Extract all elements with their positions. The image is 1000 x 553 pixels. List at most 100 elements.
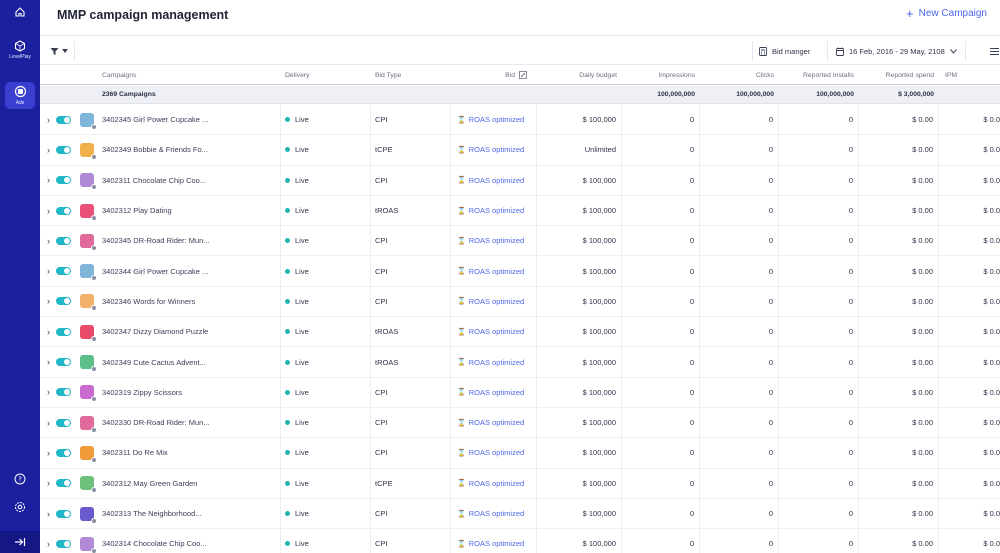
- campaign-toggle[interactable]: [55, 388, 71, 397]
- col-delivery[interactable]: Delivery: [281, 66, 371, 84]
- table-row[interactable]: › 3402345 Girl Power Cupcake ... Live CPI ⌛ R…: [40, 105, 1000, 136]
- clicks: 0: [700, 135, 779, 165]
- campaign-toggle[interactable]: [55, 267, 71, 276]
- bid-link[interactable]: ⌛ ROAS optimized: [457, 236, 524, 245]
- campaign-toggle[interactable]: [55, 418, 71, 427]
- bid-link[interactable]: ⌛ ROAS optimized: [457, 115, 524, 124]
- campaign-name-link[interactable]: 3402347 Dizzy Diamond Puzzle: [102, 327, 208, 336]
- rail-help[interactable]: ?: [5, 473, 35, 485]
- col-daily-budget[interactable]: Daily budget: [537, 66, 622, 84]
- bid-link[interactable]: ⌛ ROAS optimized: [457, 448, 524, 457]
- table-row[interactable]: › 3402349 Bobbie & Friends Fo... Live tCPE ⌛…: [40, 135, 1000, 166]
- campaign-toggle[interactable]: [55, 479, 71, 488]
- table-row[interactable]: › 3402349 Cute Cactus Advent... Live tROAS ⌛…: [40, 347, 1000, 378]
- platform-icon: [91, 547, 97, 553]
- bid-link[interactable]: ⌛ ROAS optimized: [457, 358, 524, 367]
- table-row[interactable]: › 3402314 Chocolate Chip Coo... Live CPI ⌛ RO…: [40, 529, 1000, 553]
- table-row[interactable]: › 3402313 The Neighborhood... Live CPI ⌛ ROAS…: [40, 498, 1000, 530]
- col-impressions[interactable]: Impressions: [622, 66, 700, 84]
- campaign-name-link[interactable]: 3402314 Chocolate Chip Coo...: [102, 539, 207, 548]
- table-row[interactable]: › 3402312 Play Dating Live tROAS ⌛ ROAS optim…: [40, 195, 1000, 227]
- table-row[interactable]: › 3402344 Girl Power Cupcake ... Live CPI ⌛ R…: [40, 256, 1000, 287]
- reported-spend: $ 0.00: [859, 438, 939, 468]
- rail-ads[interactable]: Ads: [5, 82, 35, 109]
- bid-link[interactable]: ⌛ ROAS optimized: [457, 145, 524, 154]
- bid-link[interactable]: ⌛ ROAS optimized: [457, 176, 524, 185]
- bid-link[interactable]: ⌛ ROAS optimized: [457, 388, 524, 397]
- bid-link[interactable]: ⌛ ROAS optimized: [457, 206, 524, 215]
- table-row[interactable]: › 3402330 DR-Road Rider: Mun... Live CPI ⌛ RO…: [40, 408, 1000, 439]
- col-bid-type[interactable]: Bid Type: [371, 66, 451, 84]
- col-clicks[interactable]: Clicks: [700, 66, 779, 84]
- campaign-name-link[interactable]: 3402312 May Green Garden: [102, 479, 197, 488]
- bid-type: CPI: [371, 105, 451, 135]
- campaign-toggle[interactable]: [55, 176, 71, 185]
- table-row[interactable]: › 3402312 May Green Garden Live tCPE ⌛ ROAS o…: [40, 468, 1000, 499]
- impressions: 0: [622, 498, 700, 529]
- table-row[interactable]: › 3402347 Dizzy Diamond Puzzle Live tROAS ⌛ R…: [40, 317, 1000, 348]
- table-row[interactable]: › 3402311 Chocolate Chip Coo... Live CPI ⌛ RO…: [40, 165, 1000, 196]
- campaign-toggle[interactable]: [55, 145, 71, 154]
- campaign-name-link[interactable]: 3402346 Words for Winners: [102, 297, 195, 306]
- status-dot-icon: [285, 298, 290, 304]
- table-row[interactable]: › 3402345 DR-Road Rider: Mun... Live CPI ⌛ RO…: [40, 226, 1000, 257]
- edit-icon: [519, 71, 527, 79]
- bid-link[interactable]: ⌛ ROAS optimized: [457, 418, 524, 427]
- campaign-toggle[interactable]: [55, 236, 71, 245]
- col-bid-label: Bid: [505, 71, 515, 79]
- campaign-name-link[interactable]: 3402345 Girl Power Cupcake ...: [102, 115, 208, 124]
- campaign-name-link[interactable]: 3402330 DR-Road Rider: Mun...: [102, 418, 210, 427]
- table-row[interactable]: › 3402311 Do Re Mix Live CPI ⌛ ROAS optimized…: [40, 438, 1000, 469]
- platform-icon: [91, 123, 97, 130]
- campaign-toggle[interactable]: [55, 539, 71, 548]
- reported-spend: $ 0.00: [859, 498, 939, 529]
- ipm: $ 0.0: [983, 539, 1000, 549]
- status-dot-icon: [285, 480, 290, 486]
- column-settings-button[interactable]: [984, 41, 1000, 61]
- campaign-toggle[interactable]: [55, 206, 71, 215]
- table-row[interactable]: › 3402319 Zippy Scissors Live CPI ⌛ ROAS opti…: [40, 377, 1000, 408]
- filter-button[interactable]: [43, 41, 75, 61]
- calculator-icon: [759, 46, 767, 56]
- campaign-toggle[interactable]: [55, 448, 71, 457]
- table-row[interactable]: › 3402346 Words for Winners Live CPI ⌛ ROAS o…: [40, 286, 1000, 318]
- rail-levelplay[interactable]: LevelPlay: [5, 40, 35, 60]
- app-thumbnail: [80, 355, 97, 373]
- date-range-picker[interactable]: 16 Feb, 2016 - 29 May, 2108: [827, 41, 966, 61]
- reported-spend: $ 0.00: [859, 286, 939, 317]
- bid-link[interactable]: ⌛ ROAS optimized: [457, 297, 524, 306]
- campaign-name-link[interactable]: 3402349 Cute Cactus Advent...: [102, 358, 206, 367]
- bid-link[interactable]: ⌛ ROAS optimized: [457, 267, 524, 276]
- totals-ipm: $ 3,000,000: [898, 91, 934, 98]
- plus-icon: +: [906, 5, 914, 21]
- campaign-name-link[interactable]: 3402349 Bobbie & Friends Fo...: [102, 145, 208, 154]
- campaign-name-link[interactable]: 3402344 Girl Power Cupcake ...: [102, 267, 208, 276]
- campaign-name-link[interactable]: 3402319 Zippy Scissors: [102, 388, 182, 397]
- ipm: $ 0.0: [983, 357, 1000, 367]
- col-reported-spend[interactable]: Reported spend: [859, 66, 939, 84]
- bid-link[interactable]: ⌛ ROAS optimized: [457, 479, 524, 488]
- new-campaign-button[interactable]: + New Campaign: [906, 5, 987, 21]
- bid-manager-button[interactable]: Bid manger: [752, 41, 816, 61]
- campaign-name-link[interactable]: 3402313 The Neighborhood...: [102, 509, 202, 518]
- campaign-toggle[interactable]: [55, 509, 71, 518]
- col-ipm[interactable]: IPM: [939, 66, 1000, 84]
- campaign-name-link[interactable]: 3402311 Do Re Mix: [102, 448, 168, 457]
- campaign-toggle[interactable]: [55, 358, 71, 367]
- reported-installs: 0: [779, 347, 859, 377]
- bid-link[interactable]: ⌛ ROAS optimized: [457, 539, 524, 548]
- campaign-name-link[interactable]: 3402345 DR-Road Rider: Mun...: [102, 236, 210, 245]
- col-campaigns[interactable]: Campaigns: [98, 66, 281, 84]
- campaign-toggle[interactable]: [55, 327, 71, 336]
- sidebar-expand-button[interactable]: [0, 531, 40, 553]
- bid-link[interactable]: ⌛ ROAS optimized: [457, 509, 524, 518]
- col-bid[interactable]: Bid: [451, 66, 537, 84]
- rail-settings[interactable]: [5, 501, 35, 513]
- campaign-name-link[interactable]: 3402311 Chocolate Chip Coo...: [102, 176, 206, 185]
- rail-home[interactable]: [5, 6, 35, 18]
- campaign-toggle[interactable]: [55, 115, 71, 124]
- col-reported-installs[interactable]: Reported Installs: [779, 66, 859, 84]
- campaign-name-link[interactable]: 3402312 Play Dating: [102, 206, 172, 215]
- campaign-toggle[interactable]: [55, 297, 71, 306]
- bid-link[interactable]: ⌛ ROAS optimized: [457, 327, 524, 336]
